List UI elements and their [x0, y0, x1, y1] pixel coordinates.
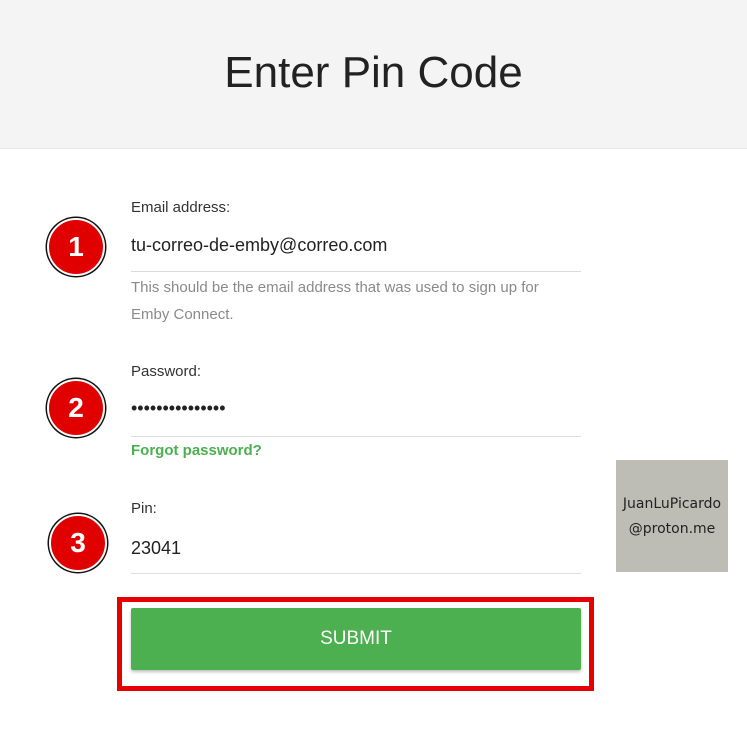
- email-input[interactable]: tu-correo-de-emby@correo.com: [131, 235, 387, 256]
- pin-field: Pin: 23041: [131, 500, 581, 574]
- step-1-badge: 1: [47, 218, 105, 276]
- submit-button[interactable]: SUBMIT: [131, 608, 581, 670]
- watermark-line-2: @proton.me: [628, 521, 716, 537]
- password-input[interactable]: •••••••••••••••: [131, 398, 226, 419]
- email-underline: [131, 271, 581, 272]
- password-label: Password:: [131, 363, 202, 380]
- watermark: JuanLuPicardo @proton.me: [616, 460, 728, 572]
- pin-underline: [131, 573, 581, 574]
- email-field: Email address: tu-correo-de-emby@correo.…: [131, 199, 581, 272]
- forgot-password-link[interactable]: Forgot password?: [131, 442, 262, 459]
- email-help-text: This should be the email address that wa…: [131, 279, 539, 323]
- password-underline: [131, 436, 581, 437]
- pin-input[interactable]: 23041: [131, 538, 181, 559]
- page-header: Enter Pin Code: [0, 0, 747, 149]
- email-label: Email address:: [131, 199, 231, 216]
- pin-label: Pin:: [131, 500, 157, 517]
- step-3-badge: 3: [49, 514, 107, 572]
- step-2-badge: 2: [47, 379, 105, 437]
- page: Enter Pin Code Email address: tu-correo-…: [0, 0, 747, 738]
- page-title: Enter Pin Code: [224, 48, 523, 97]
- watermark-line-1: JuanLuPicardo: [622, 496, 722, 512]
- password-field: Password: •••••••••••••••: [131, 363, 581, 437]
